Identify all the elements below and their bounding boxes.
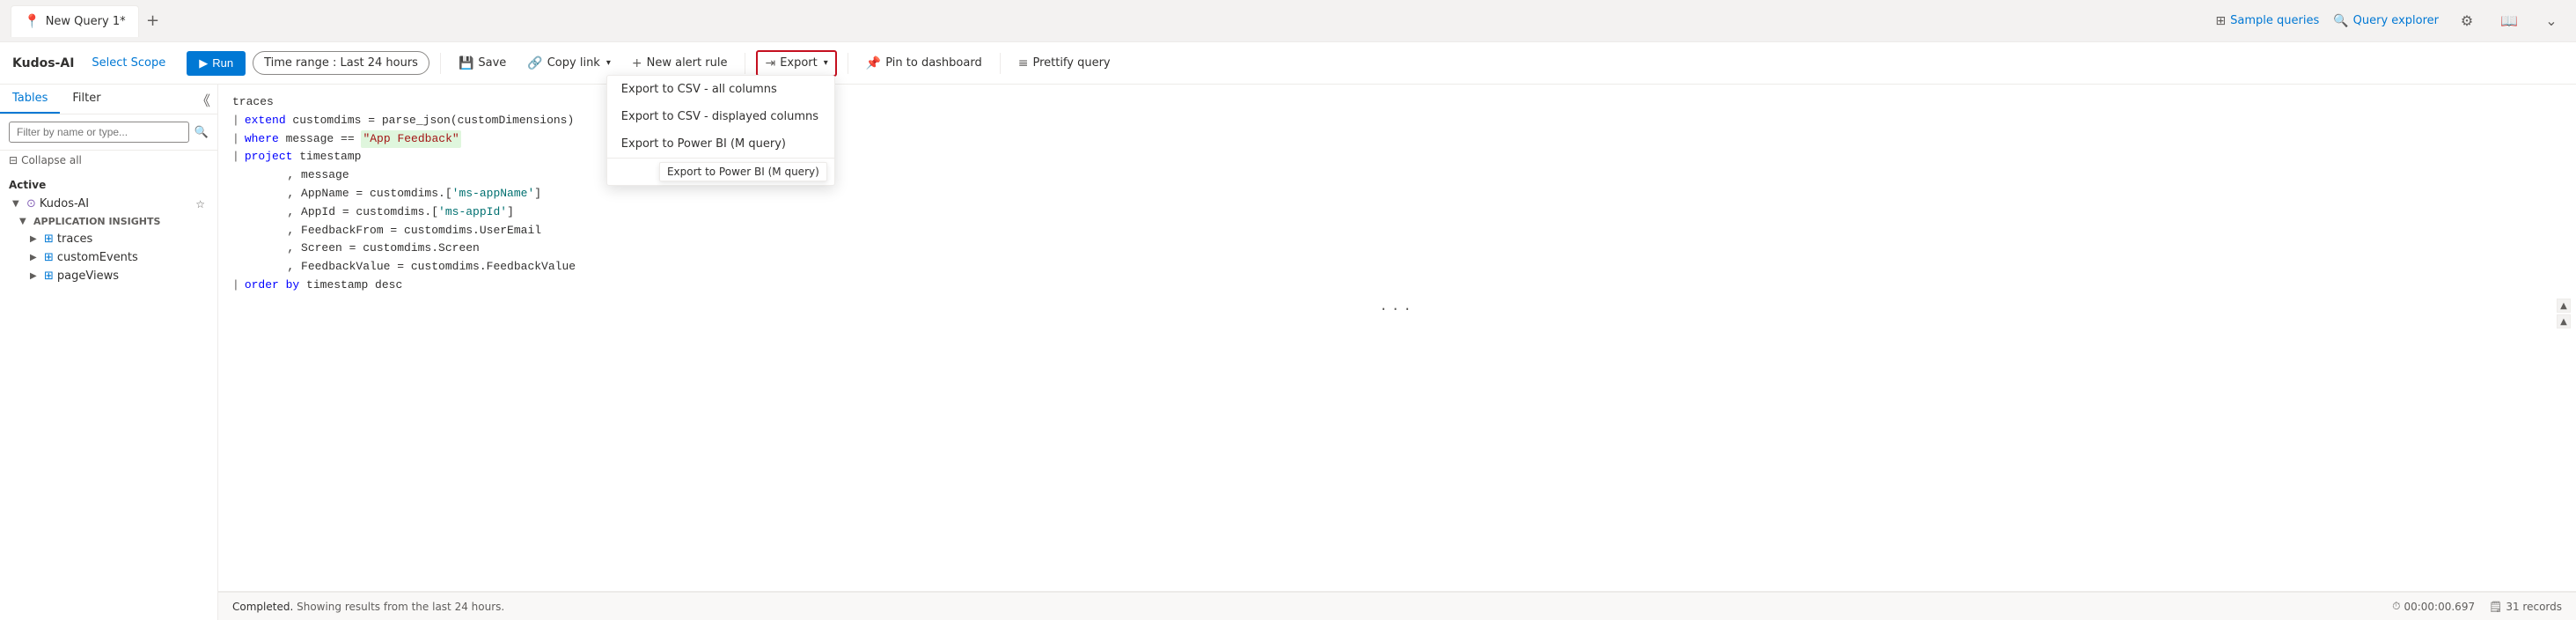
status-bar: Completed. Showing results from the last… — [218, 592, 2576, 620]
filter-input[interactable] — [9, 122, 189, 143]
run-button[interactable]: ▶ Run — [187, 51, 246, 76]
export-chevron-icon: ▾ — [824, 58, 828, 68]
code-line-5: , message — [232, 166, 2562, 185]
tree-arrow-pageviews: ▶ — [30, 271, 40, 281]
tab-tables[interactable]: Tables — [0, 85, 60, 114]
table-icon-customevents: ⊞ — [44, 251, 54, 264]
code-line-8: , FeedbackFrom = customdims.UserEmail — [232, 222, 2562, 240]
gear-icon: ⚙ — [2461, 12, 2473, 29]
code-line-10: , FeedbackValue = customdims.FeedbackVal… — [232, 258, 2562, 277]
query-explorer-icon: 🔍 — [2333, 14, 2348, 28]
expand-icon: ⌄ — [2545, 12, 2557, 29]
alert-icon: + — [632, 56, 642, 70]
records-display: 🗒 31 records — [2489, 601, 2562, 613]
sample-queries-label: Sample queries — [2230, 14, 2319, 27]
export-csv-displayed-button[interactable]: Export to CSV - displayed columns — [607, 103, 834, 130]
pin-icon-toolbar: 📌 — [866, 56, 881, 70]
prettify-query-button[interactable]: ≡ Prettify query — [1011, 52, 1118, 75]
toolbar: Kudos-AI Select Scope ▶ Run Time range :… — [0, 42, 2576, 85]
code-line-1: traces — [232, 93, 2562, 112]
save-icon: 💾 — [459, 56, 473, 70]
export-dropdown-menu: Export to CSV - all columns Export to CS… — [606, 75, 835, 186]
toolbar-separator-1 — [440, 53, 441, 74]
workspace-name: Kudos-AI — [12, 56, 74, 70]
tree-item-kudos-ai[interactable]: ▼ ⊙ Kudos-AI ☆ — [9, 195, 209, 213]
select-scope-button[interactable]: Select Scope — [84, 53, 172, 73]
tab-title: New Query 1* — [46, 15, 126, 28]
table-icon-pageviews: ⊞ — [44, 269, 54, 283]
code-line-7: , AppId = customdims.[ 'ms-appId' ] — [232, 203, 2562, 222]
pin-icon: 📍 — [24, 13, 40, 29]
settings-button[interactable]: ⚙ — [2453, 7, 2481, 35]
main-area: Tables Filter 《 🔍 ⊟ Collapse all Active … — [0, 85, 2576, 620]
export-icon: ⇥ — [765, 56, 775, 70]
save-button[interactable]: 💾 Save — [451, 52, 513, 75]
code-line-11: | order by timestamp desc — [232, 277, 2562, 295]
pin-to-dashboard-button[interactable]: 📌 Pin to dashboard — [859, 52, 989, 75]
star-icon[interactable]: ☆ — [195, 198, 205, 210]
export-power-bi-button[interactable]: Export to Power BI (M query) — [607, 130, 834, 158]
collapse-sidebar-button[interactable]: 《 — [189, 85, 217, 114]
code-line-9: , Screen = customdims.Screen — [232, 240, 2562, 258]
scroll-arrows: ▲ ▲ — [2557, 299, 2571, 328]
duration-display: ⏱ 00:00:00.697 — [2392, 600, 2475, 613]
link-icon: 🔗 — [527, 56, 542, 70]
tab-right-actions: ⊞ Sample queries 🔍 Query explorer ⚙ 📖 ⌄ — [2215, 7, 2565, 35]
code-line-3: | where message == "App Feedback" — [232, 130, 2562, 149]
records-icon: 🗒 — [2489, 601, 2502, 613]
code-line-2: | extend customdims = parse_json(customD… — [232, 112, 2562, 130]
database-icon: ⊙ — [26, 197, 36, 210]
code-editor[interactable]: traces | extend customdims = parse_json(… — [218, 85, 2576, 592]
tree-item-app-insights[interactable]: ▼ APPLICATION INSIGHTS — [9, 213, 209, 230]
editor-area: traces | extend customdims = parse_json(… — [218, 85, 2576, 620]
copy-link-button[interactable]: 🔗 Copy link ▾ — [520, 52, 618, 75]
scroll-down-button[interactable]: ▲ — [2557, 314, 2571, 328]
book-button[interactable]: 📖 — [2495, 7, 2523, 35]
status-completed-text: Completed. — [232, 601, 293, 613]
ellipsis-row: ··· — [232, 295, 2562, 325]
search-icon[interactable]: 🔍 — [194, 126, 209, 139]
tab-filter[interactable]: Filter — [60, 85, 113, 114]
tree-item-page-views[interactable]: ▶ ⊞ pageViews — [9, 267, 209, 285]
status-showing-text: Showing results from the last 24 hours. — [297, 601, 504, 613]
sidebar: Tables Filter 《 🔍 ⊟ Collapse all Active … — [0, 85, 218, 620]
filter-row: 🔍 — [0, 114, 217, 151]
new-alert-rule-button[interactable]: + New alert rule — [625, 52, 735, 75]
table-icon-traces: ⊞ — [44, 232, 54, 246]
tab-bar: 📍 New Query 1* + ⊞ Sample queries 🔍 Quer… — [0, 0, 2576, 42]
time-range-button[interactable]: Time range : Last 24 hours — [253, 51, 429, 75]
tree-expand-icon: ▼ — [12, 199, 23, 209]
prettify-icon: ≡ — [1018, 56, 1029, 70]
code-line-4: | project timestamp — [232, 148, 2562, 166]
query-explorer-button[interactable]: 🔍 Query explorer — [2333, 14, 2439, 28]
tree-arrow-customevents: ▶ — [30, 253, 40, 262]
collapse-all-icon: ⊟ — [9, 154, 18, 166]
sample-queries-icon: ⊞ — [2215, 14, 2226, 28]
sample-queries-button[interactable]: ⊞ Sample queries — [2215, 14, 2319, 28]
tree-item-traces[interactable]: ▶ ⊞ traces — [9, 230, 209, 248]
run-icon: ▶ — [199, 56, 208, 70]
book-icon: 📖 — [2500, 12, 2518, 29]
add-tab-button[interactable]: + — [139, 7, 167, 35]
sidebar-tab-bar: Tables Filter 《 — [0, 85, 217, 114]
code-line-6: , AppName = customdims.[ 'ms-appName' ] — [232, 185, 2562, 203]
export-csv-all-button[interactable]: Export to CSV - all columns — [607, 76, 834, 103]
toolbar-separator-4 — [1000, 53, 1001, 74]
status-right: ⏱ 00:00:00.697 🗒 31 records — [2392, 600, 2562, 613]
export-button[interactable]: ⇥ Export ▾ Export to CSV - all columns E… — [756, 50, 836, 77]
tree-arrow-traces: ▶ — [30, 234, 40, 244]
query-explorer-label: Query explorer — [2353, 14, 2439, 27]
clock-icon: ⏱ — [2392, 600, 2400, 613]
tree-item-custom-events[interactable]: ▶ ⊞ customEvents — [9, 248, 209, 267]
tree-expand-icon-2: ▼ — [19, 217, 30, 226]
expand-button[interactable]: ⌄ — [2537, 7, 2565, 35]
chevron-left-icon: 《 — [196, 92, 210, 109]
query-tab[interactable]: 📍 New Query 1* — [11, 5, 139, 37]
copy-link-chevron-icon: ▾ — [606, 58, 611, 68]
collapse-all-button[interactable]: ⊟ Collapse all — [0, 151, 217, 170]
scroll-up-button[interactable]: ▲ — [2557, 299, 2571, 313]
sidebar-section: Active ▼ ⊙ Kudos-AI ☆ ▼ APPLICATION INSI… — [0, 170, 217, 285]
active-section-label: Active — [9, 175, 209, 195]
export-power-bi-tooltip: Export to Power BI (M query) — [659, 162, 827, 181]
